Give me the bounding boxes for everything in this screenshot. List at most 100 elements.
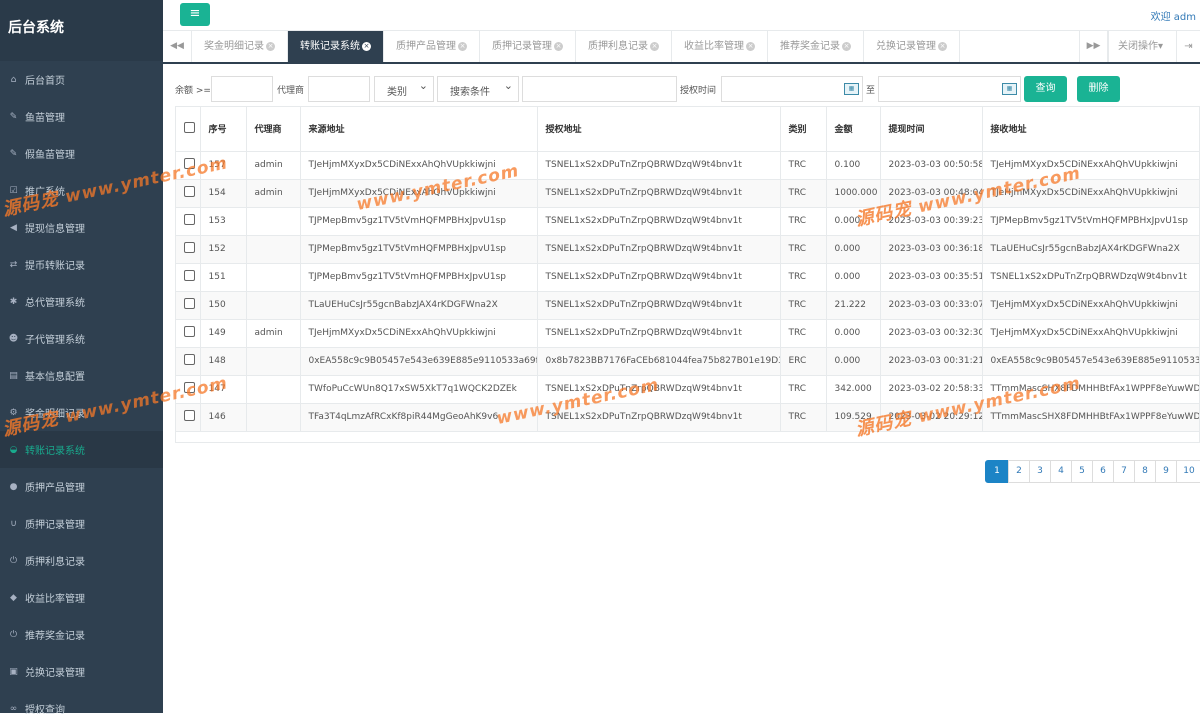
start-date-input[interactable]: ▦ bbox=[721, 76, 863, 102]
delete-button[interactable]: 删除 bbox=[1077, 76, 1120, 102]
row-checkbox[interactable] bbox=[184, 326, 195, 337]
close-icon[interactable]: × bbox=[842, 42, 851, 51]
sidebar-item-label: 提币转账记录 bbox=[25, 257, 85, 272]
tab[interactable]: 收益比率管理× bbox=[672, 31, 768, 62]
calendar-icon[interactable]: ▦ bbox=[1002, 83, 1017, 95]
page-button[interactable]: 6 bbox=[1092, 460, 1114, 483]
calendar-icon[interactable]: ▦ bbox=[844, 83, 859, 95]
query-button[interactable]: 查询 bbox=[1024, 76, 1067, 102]
sidebar-item[interactable]: ∪质押记录管理 bbox=[0, 505, 163, 542]
sidebar-item[interactable]: ☑ 推广系统 bbox=[0, 172, 163, 209]
sidebar-item[interactable]: ◀提现信息管理 bbox=[0, 209, 163, 246]
close-icon[interactable]: × bbox=[458, 42, 467, 51]
close-icon[interactable]: × bbox=[554, 42, 563, 51]
page-button[interactable]: 8 bbox=[1134, 460, 1156, 483]
tab[interactable]: 质押利息记录× bbox=[576, 31, 672, 62]
row-checkbox[interactable] bbox=[184, 270, 195, 281]
table-row[interactable]: 146TFa3T4qLmzAfRCxKf8piR44MgGeoAhK9v6TSN… bbox=[176, 403, 1200, 431]
tab[interactable]: 奖金明细记录× bbox=[192, 31, 288, 62]
tab[interactable]: 推荐奖金记录× bbox=[768, 31, 864, 62]
sidebar-item[interactable]: ◆收益比率管理 bbox=[0, 579, 163, 616]
tab[interactable]: 质押记录管理× bbox=[480, 31, 576, 62]
table-cell bbox=[176, 263, 200, 291]
close-icon[interactable]: × bbox=[746, 42, 755, 51]
page-button[interactable]: 7 bbox=[1113, 460, 1135, 483]
end-date-input[interactable]: ▦ bbox=[878, 76, 1021, 102]
table-cell: 148 bbox=[200, 347, 246, 375]
sidebar-item[interactable]: ✱总代管理系统 bbox=[0, 283, 163, 320]
row-checkbox[interactable] bbox=[184, 298, 195, 309]
menu-toggle-button[interactable]: ≡ bbox=[180, 3, 210, 26]
row-checkbox[interactable] bbox=[184, 158, 195, 169]
sidebar-item[interactable]: ⏻推荐奖金记录 bbox=[0, 616, 163, 653]
sidebar-item[interactable]: ☻子代管理系统 bbox=[0, 320, 163, 357]
table-row[interactable]: 1480xEA558c9c9B05457e543e639E885e9110533… bbox=[176, 347, 1200, 375]
table-cell: TLaUEHuCsJr55gcnBabzJAX4rKDGFWna2X bbox=[982, 235, 1200, 263]
table-row[interactable]: 149adminTJeHjmMXyxDx5CDiNExxAhQhVUpkkiwj… bbox=[176, 319, 1200, 347]
sidebar-item[interactable]: ●质押产品管理 bbox=[0, 468, 163, 505]
table-cell: TJPMepBmv5gz1TV5tVmHQFMPBHxJpvU1sp bbox=[300, 235, 537, 263]
page-button[interactable]: 4 bbox=[1050, 460, 1072, 483]
tab[interactable]: 质押产品管理× bbox=[384, 31, 480, 62]
close-icon[interactable]: × bbox=[938, 42, 947, 51]
tab-label: 质押记录管理 bbox=[492, 41, 552, 52]
table-row[interactable]: 152TJPMepBmv5gz1TV5tVmHQFMPBHxJpvU1spTSN… bbox=[176, 235, 1200, 263]
sidebar-item[interactable]: ◒转账记录系统 bbox=[0, 431, 163, 468]
tab-scroll-left-button[interactable]: ◀◀ bbox=[163, 31, 192, 62]
search-keyword-input[interactable] bbox=[522, 76, 677, 102]
sidebar-item[interactable]: ✎假鱼苗管理 bbox=[0, 135, 163, 172]
sidebar-item[interactable]: ⇄提币转账记录 bbox=[0, 246, 163, 283]
amount-input[interactable] bbox=[211, 76, 273, 102]
tab-scroll-right-button[interactable]: ▶▶ bbox=[1079, 31, 1108, 62]
tab[interactable]: 兑换记录管理× bbox=[864, 31, 960, 62]
tab-label: 兑换记录管理 bbox=[876, 41, 936, 52]
table-row[interactable]: 153TJPMepBmv5gz1TV5tVmHQFMPBHxJpvU1spTSN… bbox=[176, 207, 1200, 235]
select-all-checkbox[interactable] bbox=[184, 122, 195, 133]
sidebar-item[interactable]: ⏻质押利息记录 bbox=[0, 542, 163, 579]
auth-time-label: 授权时间 bbox=[680, 83, 716, 96]
table-row[interactable]: 157adminTJeHjmMXyxDx5CDiNExxAhQhVUpkkiwj… bbox=[176, 151, 1200, 179]
search-condition-select[interactable]: 搜索条件 bbox=[437, 76, 519, 102]
table-cell: TRC bbox=[780, 151, 826, 179]
tab-label: 收益比率管理 bbox=[684, 41, 744, 52]
sidebar-item[interactable]: ⚙奖金明细记录 bbox=[0, 394, 163, 431]
table-cell: 147 bbox=[200, 375, 246, 403]
close-icon[interactable]: × bbox=[362, 42, 371, 51]
table-row[interactable]: 147TWfoPuCcWUn8Q17xSW5XkT7q1WQCK2DZEkTSN… bbox=[176, 375, 1200, 403]
row-checkbox[interactable] bbox=[184, 214, 195, 225]
page-button[interactable]: 10 bbox=[1176, 460, 1200, 483]
row-checkbox[interactable] bbox=[184, 186, 195, 197]
welcome-text[interactable]: 欢迎 adm bbox=[1151, 8, 1196, 23]
row-checkbox[interactable] bbox=[184, 410, 195, 421]
table-cell bbox=[176, 291, 200, 319]
page-button[interactable]: 5 bbox=[1071, 460, 1093, 483]
sidebar-item[interactable]: ▣兑换记录管理 bbox=[0, 653, 163, 690]
page-button[interactable]: 1 bbox=[985, 460, 1009, 483]
close-icon[interactable]: × bbox=[266, 42, 275, 51]
sidebar-item[interactable]: ✎鱼苗管理 bbox=[0, 98, 163, 135]
page-button[interactable]: 3 bbox=[1029, 460, 1051, 483]
row-checkbox[interactable] bbox=[184, 354, 195, 365]
table-row[interactable]: 150TLaUEHuCsJr55gcnBabzJAX4rKDGFWna2XTSN… bbox=[176, 291, 1200, 319]
sidebar-item-label: 推广系统 bbox=[25, 183, 65, 198]
close-ops-dropdown[interactable]: 关闭操作▾ bbox=[1108, 31, 1176, 62]
sidebar-item[interactable]: ⌂后台首页 bbox=[0, 61, 163, 98]
sidebar-item[interactable]: ∞授权查询 bbox=[0, 690, 163, 727]
table-cell bbox=[176, 319, 200, 347]
table-cell: TRC bbox=[780, 235, 826, 263]
page-button[interactable]: 9 bbox=[1155, 460, 1177, 483]
close-icon[interactable]: × bbox=[650, 42, 659, 51]
page-button[interactable]: 2 bbox=[1008, 460, 1030, 483]
row-checkbox[interactable] bbox=[184, 242, 195, 253]
table-cell: TLaUEHuCsJr55gcnBabzJAX4rKDGFWna2X bbox=[300, 291, 537, 319]
type-select[interactable]: 类别 bbox=[374, 76, 434, 102]
table-cell: TSNEL1xS2xDPuTnZrpQBRWDzqW9t4bnv1t bbox=[537, 291, 780, 319]
edit-icon: ☑ bbox=[8, 186, 19, 196]
row-checkbox[interactable] bbox=[184, 382, 195, 393]
table-row[interactable]: 154adminTJeHjmMXyxDx5CDiNExxAhQhVUpkkiwj… bbox=[176, 179, 1200, 207]
sidebar-item[interactable]: ▤基本信息配置 bbox=[0, 357, 163, 394]
tab[interactable]: 转账记录系统× bbox=[288, 31, 384, 62]
agent-input[interactable] bbox=[308, 76, 370, 102]
logout-icon[interactable]: ⇥ bbox=[1176, 31, 1200, 62]
table-row[interactable]: 151TJPMepBmv5gz1TV5tVmHQFMPBHxJpvU1spTSN… bbox=[176, 263, 1200, 291]
